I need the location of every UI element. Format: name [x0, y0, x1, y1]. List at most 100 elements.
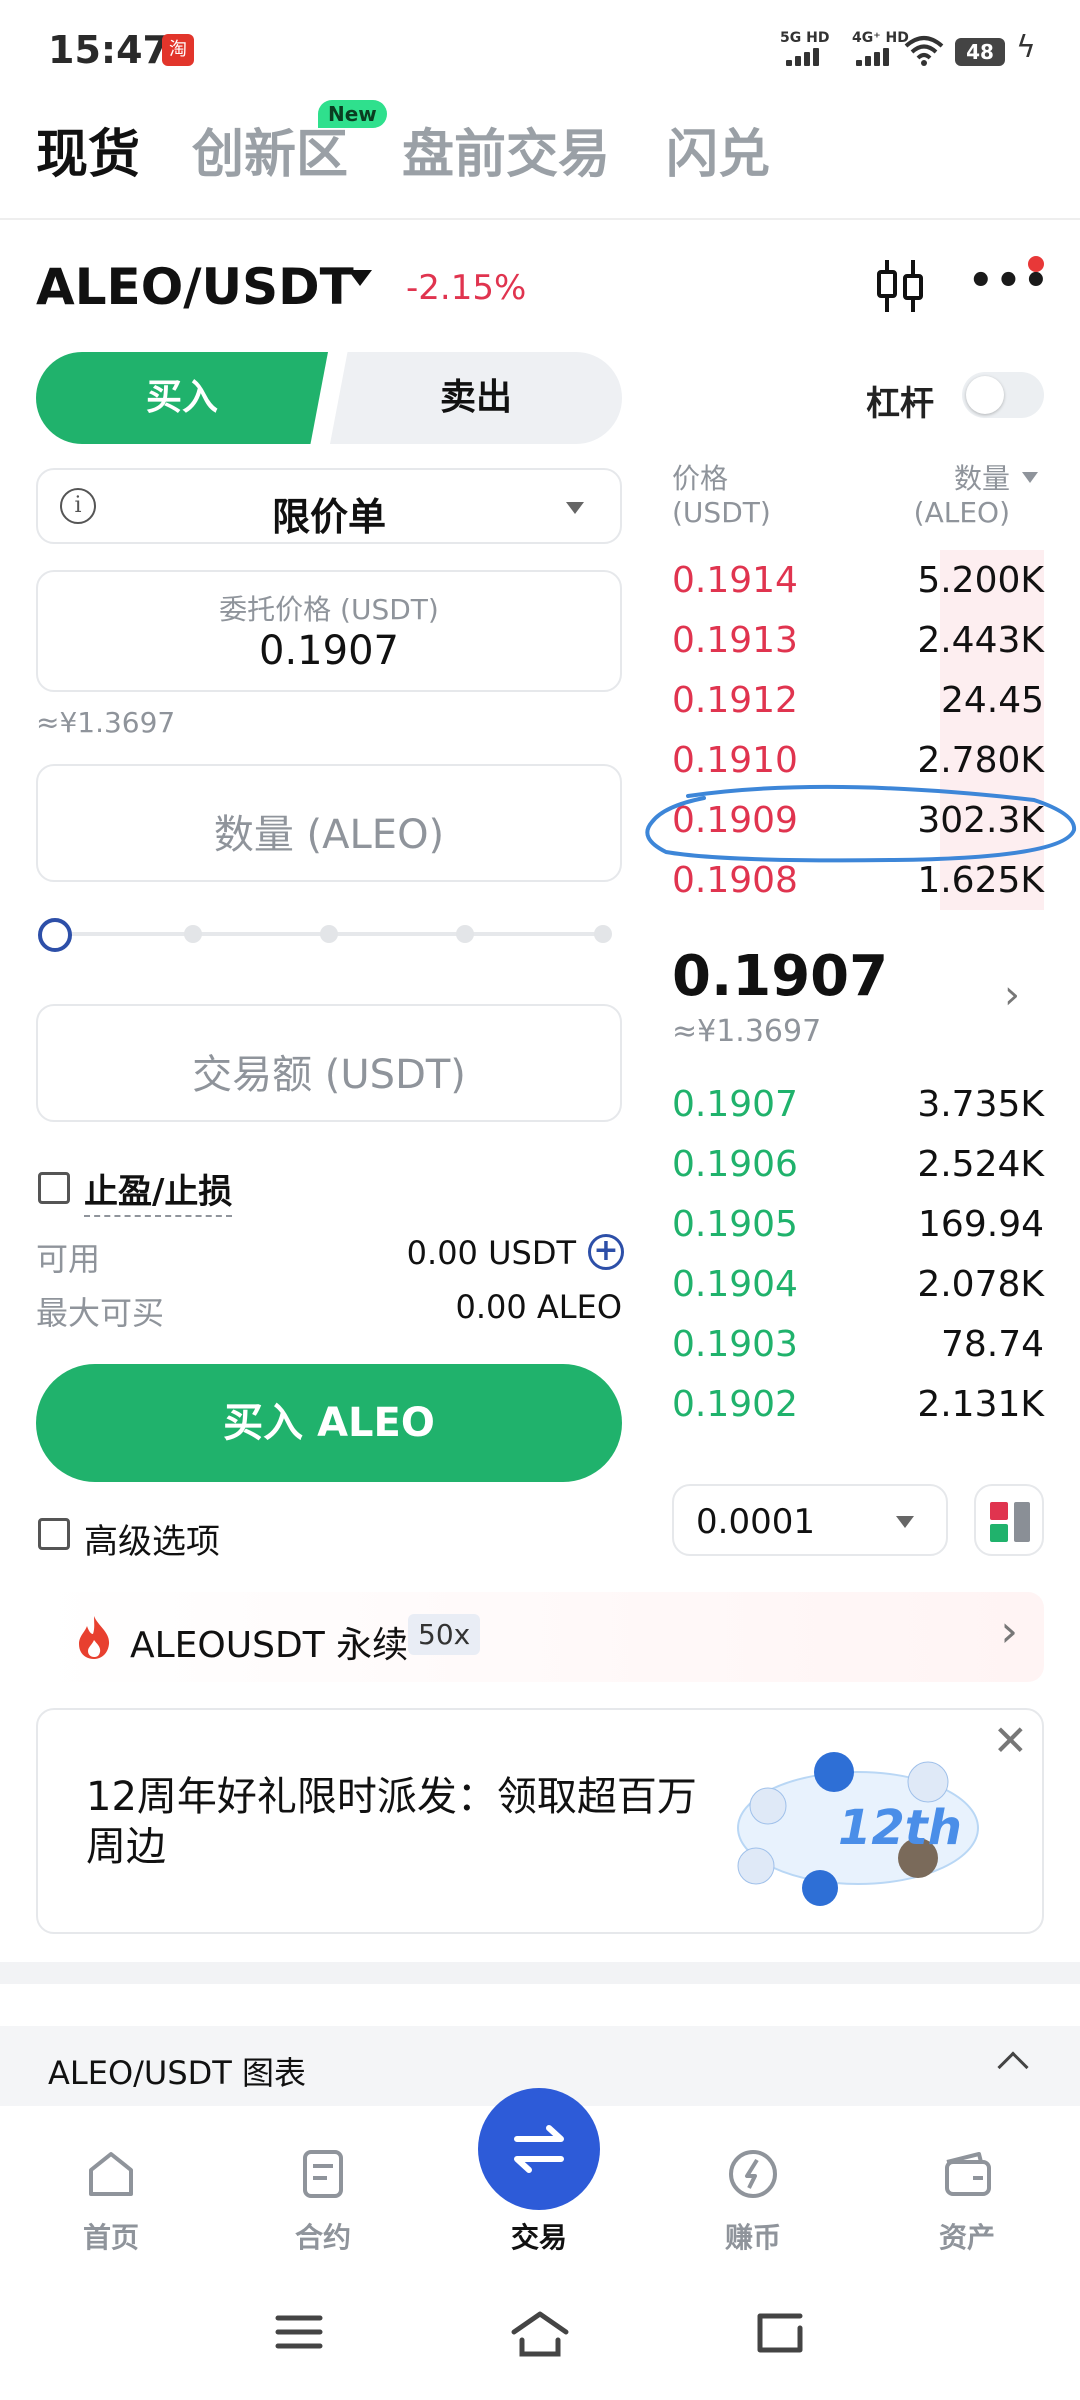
tick-size-select[interactable]: 0.0001 [672, 1484, 948, 1556]
slider-handle[interactable] [38, 918, 72, 952]
slider-stop-50[interactable] [320, 925, 338, 943]
advanced-options-label[interactable]: 高级选项 [84, 1514, 220, 1563]
price-input[interactable]: 委托价格 (USDT) 0.1907 [36, 570, 622, 692]
slider-stop-100[interactable] [594, 925, 612, 943]
taobao-notification-icon: 淘 [162, 34, 194, 66]
tab-spot[interactable]: 现货 [36, 112, 140, 187]
qty-header-label: 数量 [953, 462, 1010, 495]
max-buy-label: 最大可买 [36, 1294, 165, 1332]
leverage-toggle[interactable] [962, 372, 1044, 418]
perpetual-label: ALEOUSDT 永续 [130, 1625, 409, 1666]
bid-quantity: 2.131K [917, 1384, 1044, 1425]
nav-home-label: 首页 [82, 2221, 139, 2254]
ask-quantity: 5.200K [917, 560, 1044, 601]
advanced-options-checkbox[interactable] [38, 1518, 70, 1550]
signal-label-2: 4G⁺ HD [852, 30, 909, 46]
chevron-right-icon[interactable]: › [1004, 972, 1020, 1018]
fire-icon [79, 1616, 110, 1659]
bid-row[interactable]: 0.1902 2.131K [672, 1374, 1044, 1434]
ask-row[interactable]: 0.1914 5.200K [672, 550, 1044, 610]
ask-row[interactable]: 0.1913 2.443K [672, 610, 1044, 670]
ask-row[interactable]: 0.1912 24.45 [672, 670, 1044, 730]
section-separator [0, 1962, 1080, 1984]
ask-quantity: 2.780K [917, 740, 1044, 781]
wifi-icon [904, 36, 944, 66]
orderbook-qty-header[interactable]: 数量 (ALEO) [870, 462, 1010, 530]
ask-price: 0.1913 [672, 620, 798, 661]
bid-row[interactable]: 0.1905 169.94 [672, 1194, 1044, 1254]
bid-row[interactable]: 0.1907 3.735K [672, 1074, 1044, 1134]
ask-row[interactable]: 0.1910 2.780K [672, 730, 1044, 790]
leverage-badge: 50x [408, 1614, 481, 1655]
system-home-icon[interactable] [510, 2310, 570, 2358]
menu-icon[interactable] [274, 2310, 324, 2354]
bid-quantity: 2.524K [917, 1144, 1044, 1185]
bid-row[interactable]: 0.1904 2.078K [672, 1254, 1044, 1314]
ask-quantity: 24.45 [940, 680, 1044, 721]
ask-price: 0.1912 [672, 680, 798, 721]
qty-unit-dropdown-icon[interactable] [1022, 472, 1038, 483]
price-header-unit: (USDT) [672, 496, 771, 529]
bid-price: 0.1902 [672, 1384, 798, 1425]
bid-quantity: 3.735K [917, 1084, 1044, 1125]
available-value: 0.00 USDT [406, 1234, 576, 1272]
price-change: -2.15% [406, 268, 527, 308]
quantity-placeholder: 数量 (ALEO) [213, 812, 445, 858]
close-icon[interactable]: ✕ [993, 1716, 1028, 1765]
back-icon[interactable] [754, 2310, 806, 2356]
tab-pre-market[interactable]: 盘前交易 [402, 112, 610, 187]
buy-tab[interactable]: 买入 [36, 352, 328, 444]
perpetual-banner[interactable]: ALEOUSDT 永续 50x › [36, 1592, 1044, 1682]
hand-drawn-circle-annotation [645, 784, 1077, 863]
leverage-label: 杠杆 [866, 384, 934, 424]
chart-section-label: ALEO/USDT 图表 [48, 2054, 307, 2092]
toggle-knob [966, 376, 1004, 414]
nav-earn-label: 赚币 [724, 2221, 781, 2254]
charging-icon: ϟ [1016, 30, 1036, 65]
last-price[interactable]: 0.1907 [672, 944, 888, 1009]
promo-art-text: 12th [838, 1800, 962, 1856]
new-badge: New [318, 100, 387, 128]
battery-icon: 48 [955, 38, 1005, 66]
tick-size-value: 0.0001 [696, 1502, 815, 1542]
available-label: 可用 [36, 1240, 101, 1278]
buy-button[interactable]: 买入 ALEO [36, 1364, 622, 1482]
contract-icon [303, 2150, 343, 2198]
sell-tab[interactable]: 卖出 [330, 352, 622, 444]
slider-stop-25[interactable] [184, 925, 202, 943]
tpsl-label[interactable]: 止盈/止损 [84, 1164, 233, 1217]
layout-both-icon [1014, 1502, 1030, 1542]
chevron-down-icon [566, 502, 584, 514]
nav-futures-label: 合约 [294, 2221, 351, 2254]
bid-quantity: 78.74 [940, 1324, 1044, 1365]
pair-symbol[interactable]: ALEO/USDT [36, 258, 354, 316]
signal-bars-2-icon [856, 48, 894, 66]
add-funds-icon[interactable]: + [588, 1234, 624, 1270]
candlestick-chart-icon[interactable] [874, 256, 926, 316]
quantity-input[interactable]: 数量 (ALEO) [36, 764, 622, 882]
price-header-label: 价格 [672, 462, 729, 495]
ask-price: 0.1914 [672, 560, 798, 601]
notification-dot [1028, 256, 1044, 272]
bid-price: 0.1905 [672, 1204, 798, 1245]
tab-convert[interactable]: 闪兑 [666, 112, 770, 187]
bid-row[interactable]: 0.1903 78.74 [672, 1314, 1044, 1374]
wallet-icon [945, 2152, 991, 2196]
tpsl-checkbox[interactable] [38, 1172, 70, 1204]
bid-price: 0.1906 [672, 1144, 798, 1185]
pair-dropdown-icon[interactable] [348, 270, 372, 286]
slider-stop-75[interactable] [456, 925, 474, 943]
swap-icon [514, 2125, 564, 2173]
chevron-down-icon [896, 1516, 914, 1528]
bid-row[interactable]: 0.1906 2.524K [672, 1134, 1044, 1194]
order-type-select[interactable]: i 限价单 [36, 468, 622, 544]
chevron-up-icon[interactable] [997, 2051, 1029, 2083]
price-cny-estimate: ≈¥1.3697 [36, 706, 176, 739]
signal-bars-1-icon [786, 48, 824, 66]
amount-input[interactable]: 交易额 (USDT) [36, 1004, 622, 1122]
promo-card[interactable]: 12周年好礼限时派发：领取超百万周边 ✕ 12th [36, 1708, 1044, 1934]
orderbook-layout-button[interactable] [974, 1484, 1044, 1556]
nav-assets-label: 资产 [938, 2221, 995, 2254]
nav-trade[interactable] [478, 2088, 600, 2210]
bid-quantity: 169.94 [918, 1204, 1044, 1245]
